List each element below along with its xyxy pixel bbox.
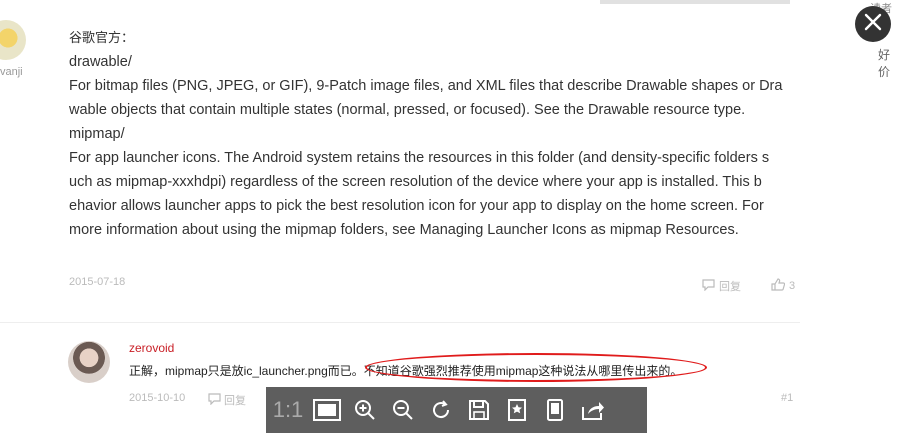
save-icon [468, 399, 490, 421]
rotate-icon [430, 399, 452, 421]
post-line: more information about using the mipmap … [69, 222, 739, 238]
mobile-button[interactable] [536, 387, 574, 433]
post-line: For app launcher icons. The Android syst… [69, 150, 770, 166]
actual-size-icon: 1:1 [272, 397, 304, 422]
mobile-icon [547, 399, 563, 421]
bookmark-button[interactable] [498, 387, 536, 433]
reply-label: 回复 [719, 281, 741, 293]
fit-screen-icon [313, 399, 341, 421]
author-name-partial[interactable]: vanji [0, 66, 23, 78]
post-like-button[interactable]: 3 [771, 278, 795, 294]
post-line: mipmap/ [69, 126, 125, 142]
fit-screen-button[interactable] [308, 387, 346, 433]
red-annotation-ellipse [365, 353, 707, 382]
reply-icon [208, 392, 221, 408]
share-button[interactable] [574, 387, 612, 433]
close-icon [864, 13, 882, 36]
commenter-name[interactable]: zerovoid [129, 341, 174, 355]
post-date: 2015-07-18 [69, 276, 126, 288]
image-viewer-toolbar: 1:1 [266, 387, 647, 433]
zoom-in-button[interactable] [346, 387, 384, 433]
commenter-avatar[interactable] [68, 341, 110, 383]
bookmark-icon [507, 399, 527, 421]
top-edge-fragment [600, 0, 790, 4]
comment-date: 2015-10-10 [129, 392, 186, 404]
actual-size-button[interactable]: 1:1 [268, 387, 308, 433]
comment-reply-button[interactable]: 回复 [208, 392, 246, 408]
rotate-button[interactable] [422, 387, 460, 433]
post-title: 谷歌官方： [69, 30, 135, 45]
zoom-out-icon [392, 399, 414, 421]
image-viewer-overlay: vanji 谷歌官方： drawable/ For bitmap files (… [0, 0, 898, 433]
comment-floor-number: #1 [781, 392, 794, 404]
zoom-out-button[interactable] [384, 387, 422, 433]
post-reply-button[interactable]: 回复 [702, 278, 741, 294]
post-body: 谷歌官方： drawable/ For bitmap files (PNG, J… [69, 30, 799, 242]
zoom-in-icon [354, 399, 376, 421]
post-line: ehavior allows launcher apps to pick the… [69, 198, 764, 214]
share-icon [581, 399, 605, 421]
post-line: uch as mipmap-xxxhdpi) regardless of the… [69, 174, 762, 190]
post-line: drawable/ [69, 54, 132, 70]
post-line: For bitmap files (PNG, JPEG, or GIF), 9-… [69, 78, 783, 94]
thumbs-up-icon [771, 278, 786, 294]
sidebar-partial-text: 好价 [878, 48, 891, 79]
reply-icon [702, 278, 715, 294]
divider [0, 322, 800, 323]
close-button[interactable] [855, 6, 891, 42]
reply-label: 回复 [224, 395, 246, 407]
like-count: 3 [789, 280, 796, 292]
author-avatar[interactable] [0, 20, 26, 60]
post-line: wable objects that contain multiple stat… [69, 102, 746, 118]
save-button[interactable] [460, 387, 498, 433]
